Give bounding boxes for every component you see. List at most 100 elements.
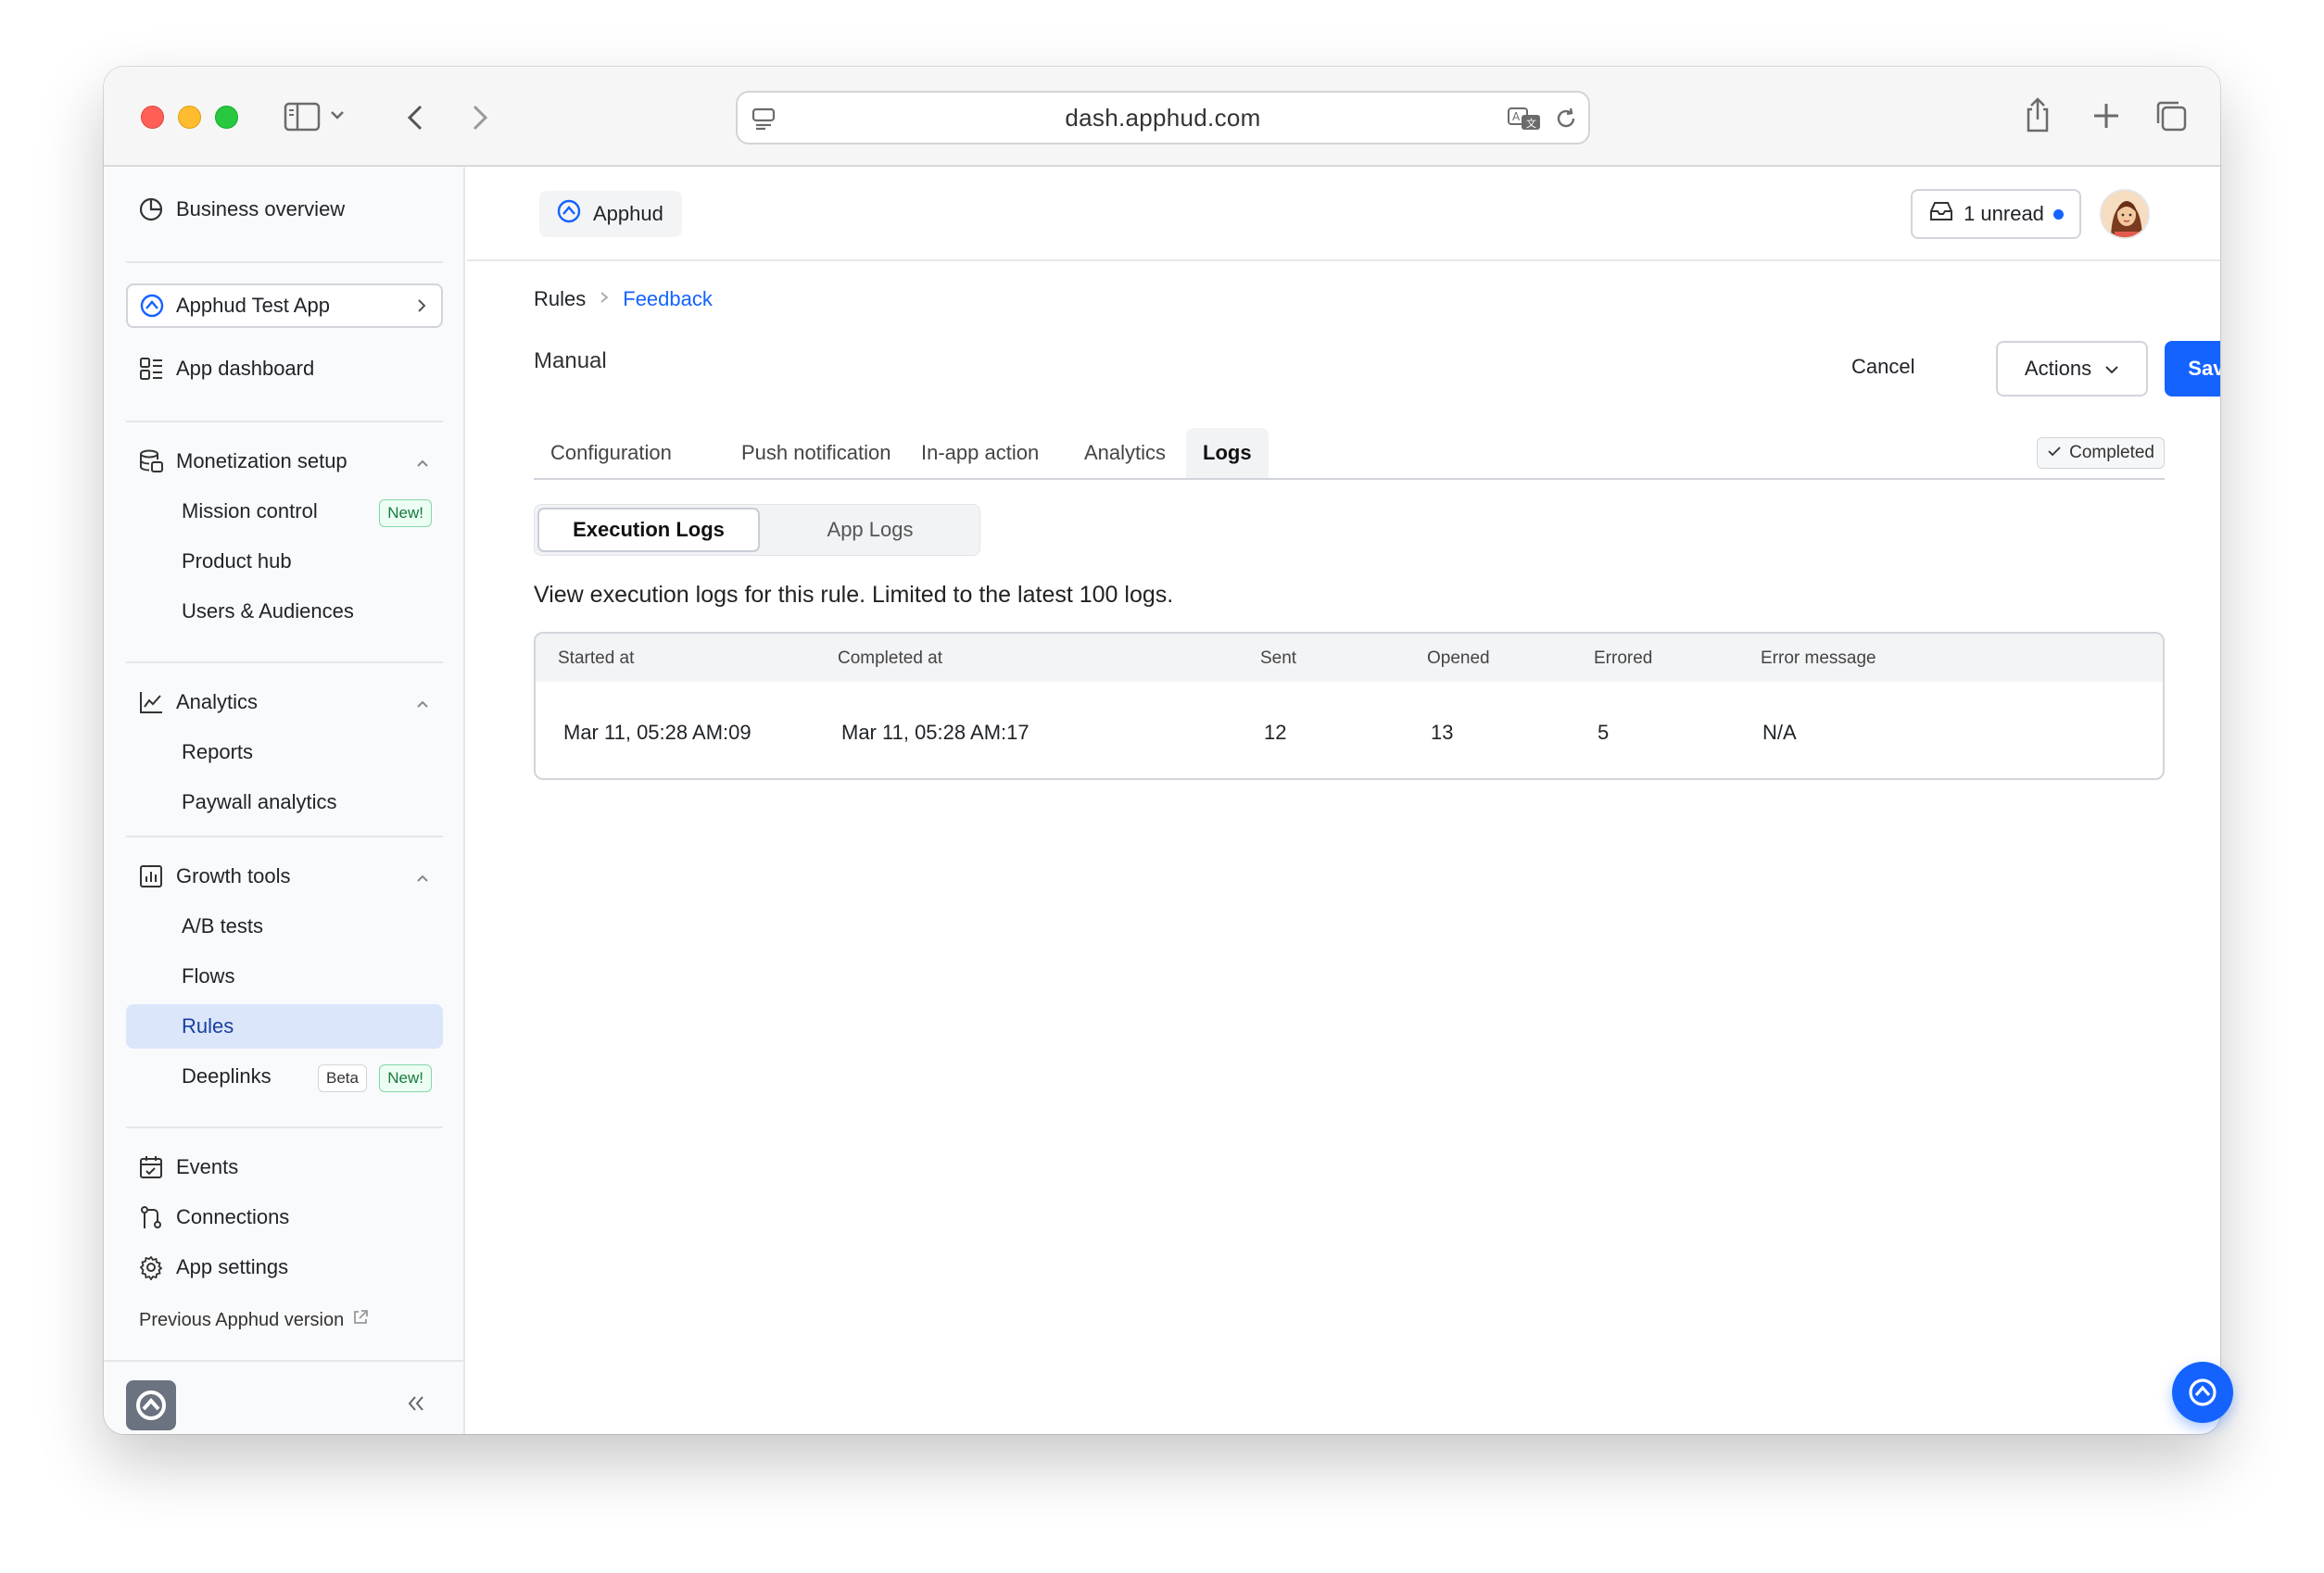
back-icon[interactable] [406,104,424,132]
sidebar-section-analytics[interactable]: Analytics [126,680,443,724]
divider [104,1360,465,1362]
beta-badge: Beta [318,1064,367,1092]
avatar[interactable] [2100,189,2150,239]
sidebar-item-label: Deeplinks [182,1064,272,1088]
sidebar-item-label: Rules [182,1014,234,1038]
unread-dot [2052,208,2064,220]
page-title: Manual [534,348,607,373]
chevron-up-icon [415,691,430,715]
sidebar-item-flows[interactable]: Flows [126,954,443,999]
table-cell: N/A [1762,721,1797,744]
sidebar-item-reports[interactable]: Reports [126,730,443,774]
sidebar-item-users-audiences[interactable]: Users & Audiences [126,589,443,634]
browser-toolbar: dash.apphud.com A文 [104,67,2220,167]
tab-analytics[interactable]: Analytics [1067,428,1182,478]
breadcrumb-current[interactable]: Feedback [623,287,713,311]
tab-bar: Configuration Push notification In-app a… [534,428,2165,480]
sidebar: Business overview Apphud Test App App da… [104,167,465,1434]
sidebar-item-label: App dashboard [176,357,315,380]
log-type-segmented-control: Execution Logs App Logs [534,504,980,556]
reload-icon[interactable] [1553,106,1579,132]
previous-version-label: Previous Apphud version [139,1309,345,1330]
tab-in-app-action[interactable]: In-app action [904,428,1055,478]
collapse-sidebar-icon[interactable] [406,1393,426,1418]
column-header: Completed at [838,648,943,668]
column-header: Started at [558,648,635,668]
app-logs-tab[interactable]: App Logs [761,508,979,552]
new-tab-icon[interactable] [2092,102,2120,130]
sidebar-item-label: App settings [176,1255,289,1278]
table-cell: Mar 11, 05:28 AM:17 [841,721,1029,744]
app-chip[interactable]: Apphud [539,191,682,237]
actions-label: Actions [2024,357,2092,380]
sidebar-item-label: Flows [182,964,235,988]
table-cell: 5 [1598,721,1610,744]
sidebar-section-label: Growth tools [176,864,291,887]
sidebar-item-paywall-analytics[interactable]: Paywall analytics [126,780,443,824]
browser-window: dash.apphud.com A文 Business overview App… [104,67,2220,1434]
save-button[interactable]: Save [2165,341,2220,396]
divider [126,1126,443,1128]
sidebar-item-app-dashboard[interactable]: App dashboard [126,346,443,391]
share-icon[interactable] [2024,96,2052,133]
address-bar[interactable]: dash.apphud.com A文 [736,91,1590,145]
url-text: dash.apphud.com [1065,103,1261,132]
execution-logs-tab[interactable]: Execution Logs [537,508,760,552]
sidebar-item-label: Events [176,1155,239,1178]
zoom-window-button[interactable] [215,106,238,129]
top-bar: Apphud 1 unread [467,167,2220,261]
support-chat-button[interactable] [2172,1362,2233,1423]
divider [126,421,443,422]
actions-button[interactable]: Actions [1996,341,2148,396]
sidebar-item-deeplinks[interactable]: Deeplinks Beta New! [126,1054,443,1099]
column-header: Opened [1427,648,1490,668]
minimize-window-button[interactable] [178,106,201,129]
sidebar-item-ab-tests[interactable]: A/B tests [126,904,443,949]
sidebar-section-monetization[interactable]: Monetization setup [126,439,443,484]
column-header: Sent [1260,648,1297,668]
app-selector[interactable]: Apphud Test App [126,283,443,328]
previous-version-link[interactable]: Previous Apphud version [139,1308,370,1332]
check-icon [2047,443,2062,463]
breadcrumb-root[interactable]: Rules [534,287,586,311]
sidebar-item-product-hub[interactable]: Product hub [126,539,443,584]
sidebar-item-label: Mission control [182,499,318,522]
sidebar-item-mission-control[interactable]: Mission control New! [126,489,443,534]
sidebar-item-rules[interactable]: Rules [126,1004,443,1049]
tab-configuration[interactable]: Configuration [534,428,688,478]
sidebar-item-label: Reports [182,740,254,763]
inbox-icon [1928,200,1954,228]
sidebar-item-business-overview[interactable]: Business overview [126,187,443,232]
page-settings-icon[interactable] [751,106,777,132]
close-window-button[interactable] [141,106,164,129]
chevron-right-icon [599,290,610,309]
divider [126,261,443,263]
apphud-logo-icon [556,198,582,230]
sidebar-section-label: Analytics [176,690,259,713]
sidebar-item-app-settings[interactable]: App settings [126,1245,443,1290]
tab-overview-icon[interactable] [2153,98,2189,133]
unread-label: 1 unread [1964,202,2044,225]
dashboard-icon [137,355,165,383]
calendar-icon [137,1153,165,1181]
sidebar-toggle-icon[interactable] [284,102,321,132]
tab-push-notification[interactable]: Push notification [725,428,907,478]
gear-icon [137,1253,165,1281]
sidebar-item-label: Users & Audiences [182,599,354,623]
database-icon [137,447,165,475]
chevron-up-icon [415,865,430,889]
inbox-button[interactable]: 1 unread [1911,189,2081,239]
sidebar-item-connections[interactable]: Connections [126,1195,443,1240]
column-header: Error message [1761,648,1876,668]
apphud-logo[interactable] [126,1380,176,1430]
main-content: Apphud 1 unread Rules Feedback Manual Ca… [467,167,2220,1434]
translate-icon[interactable]: A文 [1507,106,1542,132]
sidebar-section-growth-tools[interactable]: Growth tools [126,854,443,899]
forward-icon[interactable] [471,104,489,132]
sidebar-item-events[interactable]: Events [126,1145,443,1189]
chevron-down-icon[interactable] [330,109,345,120]
tab-logs[interactable]: Logs [1186,428,1269,478]
sidebar-item-label: A/B tests [182,914,264,938]
cancel-button[interactable]: Cancel [1851,341,1914,393]
sidebar-item-label: Product hub [182,549,292,573]
